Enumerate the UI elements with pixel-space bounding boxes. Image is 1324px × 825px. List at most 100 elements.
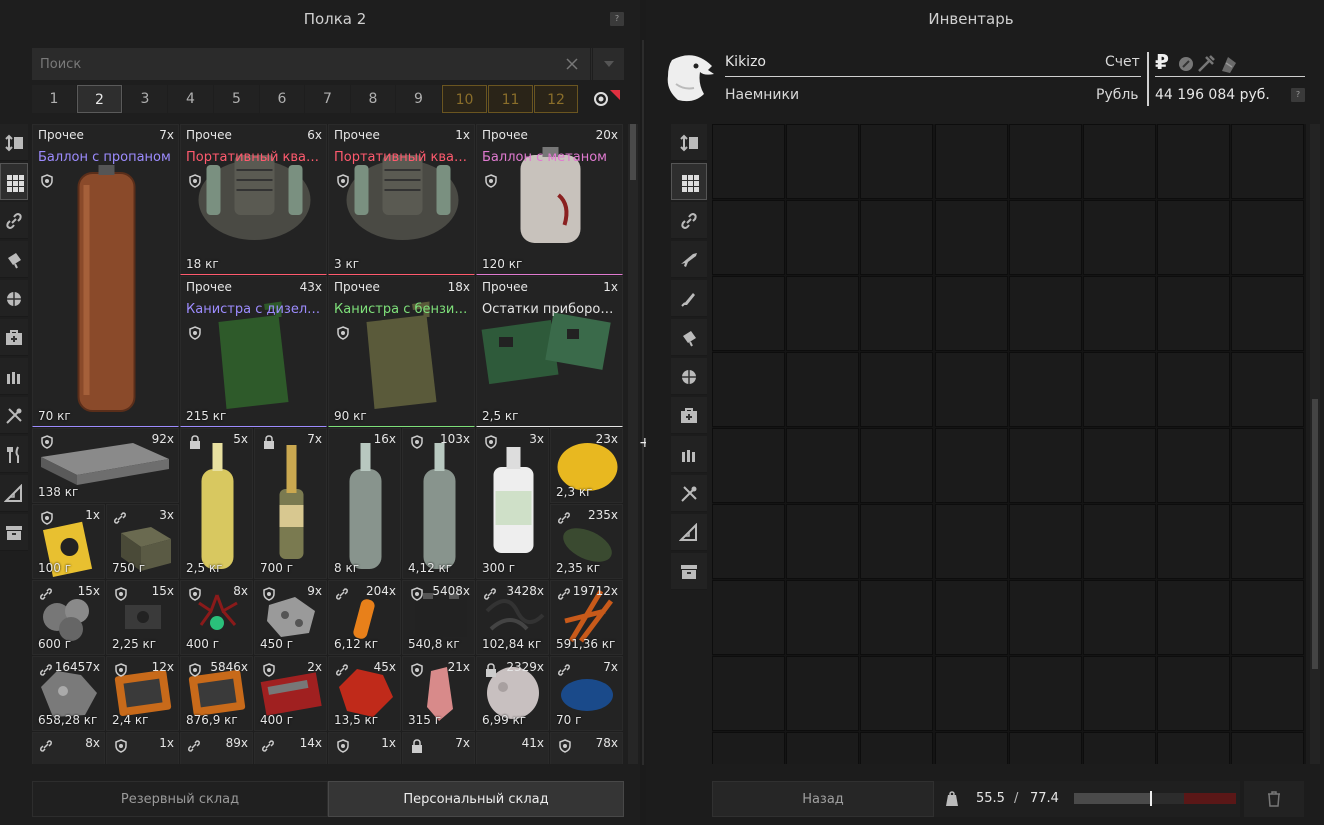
stash-item[interactable]: 23x 2,3 кг [550,428,623,503]
inventory-slot[interactable] [1008,732,1082,764]
stash-item[interactable]: Прочее 18x Канистра с бензином 90 кг [328,276,475,427]
stash-item[interactable]: Прочее 1x Остатки приборов «Ше... 2,5 кг [476,276,623,427]
shelf-tab-11[interactable]: 11 [488,85,533,113]
inventory-slot[interactable] [934,504,1008,579]
stash-item[interactable]: 204x 6,12 кг [328,580,401,655]
inventory-filter-rifle[interactable] [671,241,707,278]
inventory-slot[interactable] [1231,352,1305,427]
inventory-slot[interactable] [1157,200,1231,275]
inventory-slot[interactable] [934,656,1008,731]
shelf-tab-5[interactable]: 5 [214,85,259,113]
stash-filter-tools[interactable] [0,397,28,434]
inventory-filter-knife[interactable] [671,280,707,317]
stash-item[interactable]: 3428x 102,84 кг [476,580,549,655]
inventory-help-icon[interactable]: ? [1291,88,1305,102]
inventory-slot[interactable] [860,200,934,275]
inventory-slot[interactable] [786,200,860,275]
stash-item[interactable]: Прочее 6x Портативный квантовы... 18 кг [180,124,327,275]
stash-filter-flashlight[interactable] [0,241,28,278]
inventory-filter-link[interactable] [671,202,707,239]
inventory-slot[interactable] [934,732,1008,764]
inventory-filter-archive[interactable] [671,553,707,590]
inventory-filter-sort[interactable] [671,124,707,161]
stash-item[interactable]: 8x 400 г [180,580,253,655]
inventory-slot[interactable] [1231,504,1305,579]
shelf-tab-8[interactable]: 8 [351,85,395,113]
inventory-slot[interactable] [1231,276,1305,351]
stash-item[interactable]: 12x 2,4 кг [106,656,179,731]
inventory-slot[interactable] [934,276,1008,351]
inventory-slot[interactable] [860,504,934,579]
inventory-slot[interactable] [1157,656,1231,731]
inventory-slot[interactable] [1008,276,1082,351]
stash-item[interactable]: 78x [550,732,623,764]
inventory-slot[interactable] [860,580,934,655]
stash-item[interactable]: Прочее 1x Портативный квантовы... 3 кг [328,124,475,275]
sort-toggle-button[interactable] [586,85,624,113]
stash-item[interactable]: 1x 100 г [32,504,105,579]
stash-item[interactable]: 3x 300 г [476,428,549,579]
stash-item[interactable]: 7x [402,732,475,764]
inventory-slot[interactable] [786,276,860,351]
inventory-slot[interactable] [712,504,785,579]
inventory-slot[interactable] [786,732,860,764]
stash-filter-grid[interactable] [0,163,28,200]
inventory-slot[interactable] [1231,428,1305,503]
inventory-slot[interactable] [860,656,934,731]
shelf-tab-6[interactable]: 6 [260,85,304,113]
trash-button[interactable] [1244,781,1304,817]
inventory-slot[interactable] [1157,276,1231,351]
stash-item[interactable]: 1x [328,732,401,764]
inventory-slot[interactable] [860,428,934,503]
stash-item[interactable]: 7x 700 г [254,428,327,579]
stash-item[interactable]: 103x 4,12 кг [402,428,475,579]
inventory-slot[interactable] [786,428,860,503]
inventory-slot[interactable] [1231,200,1305,275]
shelf-tab-1[interactable]: 1 [32,85,76,113]
stash-filter-medkit[interactable] [0,319,28,356]
inventory-slot[interactable] [934,200,1008,275]
inventory-slot[interactable] [786,124,860,199]
inventory-slot[interactable] [1231,732,1305,764]
stash-item[interactable]: 235x 2,35 кг [550,504,623,579]
stash-item[interactable]: 5x 2,5 кг [180,428,253,579]
inventory-slot[interactable] [786,656,860,731]
inventory-slot[interactable] [712,352,785,427]
inventory-slot[interactable] [1083,656,1156,731]
inventory-slot[interactable] [860,124,934,199]
stash-item[interactable]: 16457x 658,28 кг [32,656,105,731]
stash-item[interactable]: 41x [476,732,549,764]
inventory-slot[interactable] [934,352,1008,427]
inventory-slot[interactable] [1008,504,1082,579]
inventory-scrollbar[interactable] [1310,124,1320,764]
stash-filter-link[interactable] [0,202,28,239]
inventory-slot[interactable] [1157,504,1231,579]
inventory-slot[interactable] [1083,276,1156,351]
stash-item[interactable]: 45x 13,5 кг [328,656,401,731]
inventory-slot[interactable] [934,124,1008,199]
stash-item[interactable]: 15x 600 г [32,580,105,655]
inventory-slot[interactable] [1083,200,1156,275]
inventory-slot[interactable] [1157,732,1231,764]
stash-filter-sort[interactable] [0,124,28,161]
inventory-slot[interactable] [712,200,785,275]
inventory-filter-medkit[interactable] [671,397,707,434]
inventory-slot[interactable] [712,276,785,351]
inventory-grid[interactable] [712,124,1306,764]
stash-filter-archive[interactable] [0,514,28,551]
shelf-tab-10[interactable]: 10 [442,85,487,113]
stash-item[interactable]: 7x 70 г [550,656,623,731]
clear-search-button[interactable] [556,48,588,80]
stash-help-icon[interactable]: ? [610,12,624,26]
stash-item[interactable]: 2329x 6,99 кг [476,656,549,731]
inventory-slot[interactable] [1231,124,1305,199]
inventory-slot[interactable] [1008,124,1082,199]
stash-item[interactable]: 89x [180,732,253,764]
stash-item[interactable]: 2x 400 г [254,656,327,731]
stash-item[interactable]: 5846x 876,9 кг [180,656,253,731]
inventory-slot[interactable] [1008,656,1082,731]
inventory-slot[interactable] [1157,352,1231,427]
stash-item[interactable]: 8x [32,732,105,764]
back-button[interactable]: Назад [712,781,934,817]
reserve-stash-tab[interactable]: Резервный склад [32,781,328,817]
